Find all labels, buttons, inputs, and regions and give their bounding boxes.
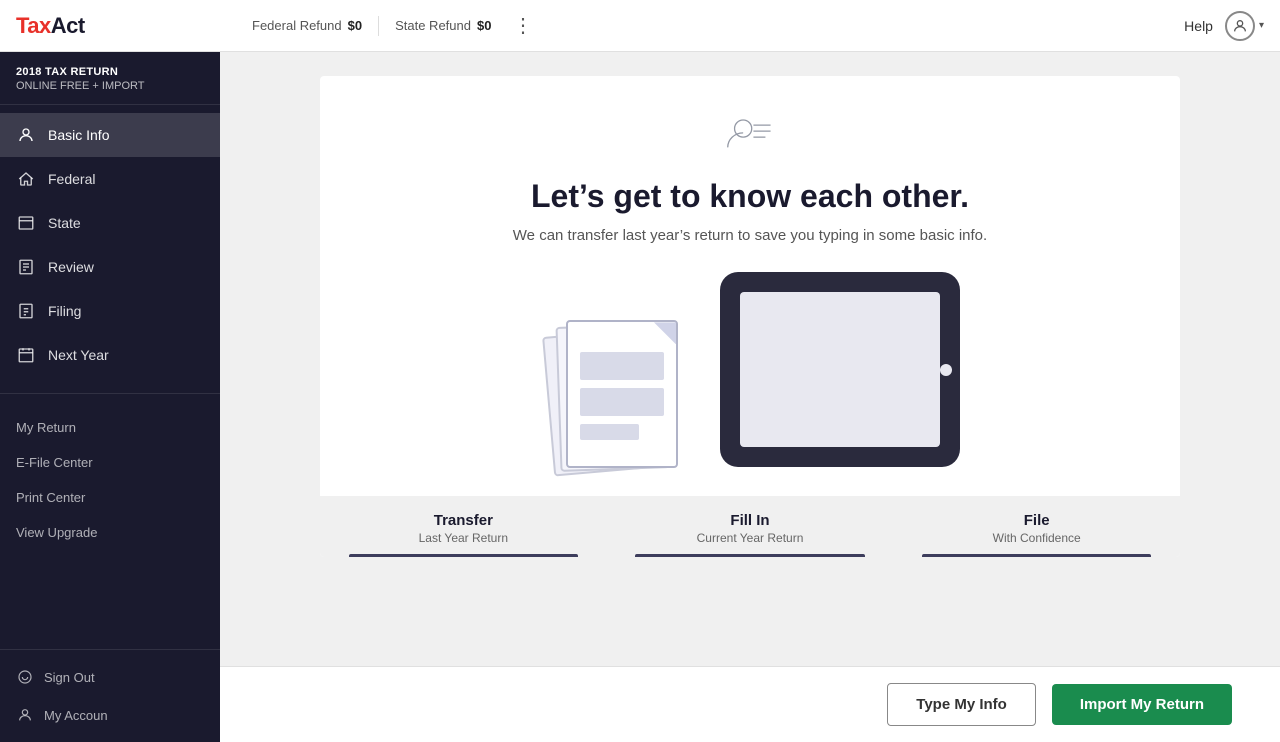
federal-refund-label: Federal Refund [252,18,342,33]
sidebar-secondary: My Return E-File Center Print Center Vie… [0,402,220,558]
state-icon [16,213,36,233]
step-transfer-title: Transfer [332,512,595,529]
federal-refund: Federal Refund $0 [236,18,378,33]
tablet-screen [740,292,940,447]
sidebar-label-federal: Federal [48,171,95,187]
state-refund: State Refund $0 [379,18,507,33]
import-my-return-button[interactable]: Import My Return [1052,684,1232,725]
content-inner: Let’s get to know each other. We can tra… [220,52,1280,666]
step-transfer: Transfer Last Year Return [320,496,607,557]
tablet-illustration [720,272,960,472]
state-refund-label: State Refund [395,18,471,33]
sidebar-brand-sub: ONLINE FREE + IMPORT [16,80,204,92]
federal-refund-value: $0 [348,18,362,33]
sidebar-item-basic-info[interactable]: Basic Info [0,113,220,157]
sidebar-nav: Basic Info Federal State [0,105,220,385]
topbar-refunds: Federal Refund $0 State Refund $0 ⋮ [236,10,1184,42]
action-bar: Type My Info Import My Return [220,666,1280,742]
sidebar-brand: 2018 TAX RETURN ONLINE FREE + IMPORT [0,52,220,105]
filing-icon [16,301,36,321]
step-transfer-sub: Last Year Return [332,531,595,545]
illustration-area [360,272,1140,472]
logo-act: Act [51,13,85,39]
doc-content-lines [580,352,664,440]
user-avatar-button[interactable]: ▾ [1225,11,1264,41]
sidebar-label-review: Review [48,259,94,275]
sidebar-item-my-return[interactable]: My Return [0,410,220,445]
step-file-sub: With Confidence [905,531,1168,545]
sidebar-item-print-center[interactable]: Print Center [0,480,220,515]
home-icon [16,169,36,189]
sidebar-item-my-account[interactable]: My Accoun [0,696,220,734]
sidebar-item-review[interactable]: Review [0,245,220,289]
doc-page-front [566,320,678,468]
card-body: Let’s get to know each other. We can tra… [320,76,1180,472]
state-refund-value: $0 [477,18,491,33]
logo-tax: Tax [16,13,51,39]
step-fillin-title: Fill In [619,512,882,529]
sidebar-item-sign-out[interactable]: Sign Out [0,658,220,696]
steps-footer: Transfer Last Year Return Fill In Curren… [320,496,1180,557]
main-layout: 2018 TAX RETURN ONLINE FREE + IMPORT Bas… [0,52,1280,742]
sidebar-item-filing[interactable]: Filing [0,289,220,333]
sign-out-icon [16,668,34,686]
help-link[interactable]: Help [1184,18,1213,34]
tablet-body [720,272,960,467]
doc-line-3 [580,424,639,440]
document-stack-illustration [540,282,700,472]
step-fillin-sub: Current Year Return [619,531,882,545]
doc-corner [654,322,676,344]
content-area: Let’s get to know each other. We can tra… [220,52,1280,742]
sidebar-item-next-year[interactable]: Next Year [0,333,220,377]
sidebar-label-filing: Filing [48,303,81,319]
step-file-title: File [905,512,1168,529]
chevron-down-icon: ▾ [1259,20,1264,31]
logo: TaxAct [16,13,85,39]
person-lines-icon [726,108,774,161]
sidebar-label-basic-info: Basic Info [48,127,109,143]
card-subtitle: We can transfer last year’s return to sa… [513,227,987,244]
more-options-button[interactable]: ⋮ [507,10,539,42]
doc-line-1 [580,352,664,380]
review-icon [16,257,36,277]
sidebar-item-e-file-center[interactable]: E-File Center [0,445,220,480]
type-my-info-button[interactable]: Type My Info [887,683,1036,726]
doc-line-2 [580,388,664,416]
sidebar-label-sign-out: Sign Out [44,670,95,685]
account-icon [16,706,34,724]
tablet-home-button [940,364,952,376]
sidebar-divider [0,393,220,394]
main-card: Let’s get to know each other. We can tra… [320,76,1180,557]
sidebar-label-my-account: My Accoun [44,708,108,723]
sidebar-label-next-year: Next Year [48,347,109,363]
step-file: File With Confidence [893,496,1180,557]
calendar-icon [16,345,36,365]
user-avatar [1225,11,1255,41]
sidebar-label-state: State [48,215,81,231]
topbar: TaxAct Federal Refund $0 State Refund $0… [0,0,1280,52]
sidebar-bottom: Sign Out My Accoun [0,649,220,742]
sidebar-item-federal[interactable]: Federal [0,157,220,201]
topbar-right: Help ▾ [1184,11,1264,41]
sidebar-brand-title: 2018 TAX RETURN [16,66,204,78]
step-fill-in: Fill In Current Year Return [607,496,894,557]
person-icon [16,125,36,145]
sidebar-item-view-upgrade[interactable]: View Upgrade [0,515,220,550]
card-title: Let’s get to know each other. [531,177,969,215]
sidebar-item-state[interactable]: State [0,201,220,245]
topbar-logo-area: TaxAct [16,13,236,39]
sidebar: 2018 TAX RETURN ONLINE FREE + IMPORT Bas… [0,52,220,742]
